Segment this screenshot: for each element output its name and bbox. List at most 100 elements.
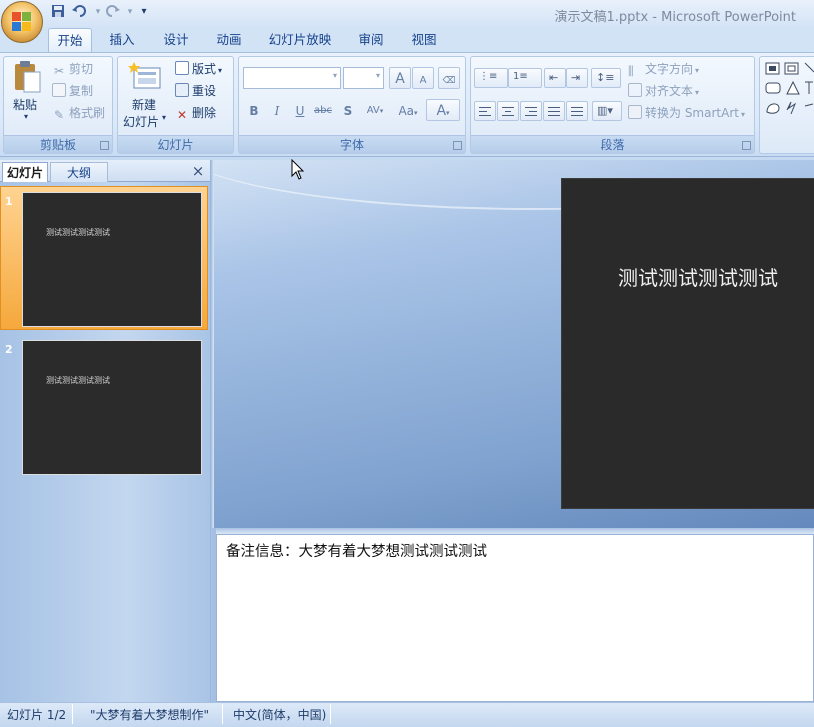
change-case-icon: Aa [398, 104, 415, 118]
layout-button[interactable]: 版式 ▾ [175, 60, 222, 77]
slide-title-text[interactable]: 测试测试测试测试 [562, 262, 814, 291]
status-language[interactable]: 中文(简体，中国) [233, 706, 326, 723]
thumbnail-title: 测试测试测试测试 [46, 376, 110, 385]
layout-label: 版式 [192, 62, 217, 76]
align-text-dropdown-icon: ▾ [695, 88, 700, 97]
font-name-combo[interactable]: ▾ [243, 67, 341, 89]
tab-home[interactable]: 开始 [48, 28, 92, 52]
tab-slideshow[interactable]: 幻灯片放映 [262, 28, 338, 52]
tab-insert[interactable]: 插入 [100, 28, 144, 52]
clipboard-launcher-icon[interactable] [100, 141, 109, 150]
convert-smartart-label: 转换为 SmartArt [645, 106, 739, 120]
font-launcher-icon[interactable] [453, 141, 462, 150]
shrink-font-button[interactable]: A [412, 67, 434, 89]
status-divider [330, 704, 331, 724]
notes-text[interactable]: 备注信息：大梦有着大梦想测试测试测试 [226, 540, 487, 561]
change-case-button[interactable]: Aa▾ [393, 99, 423, 121]
underline-button[interactable]: U [289, 99, 311, 121]
reset-button[interactable]: 重设 [175, 82, 216, 99]
cut-button[interactable]: ✂ 剪切 [52, 60, 93, 78]
align-right-button[interactable] [520, 101, 542, 121]
shapes-gallery-icon[interactable] [765, 60, 814, 120]
font-size-combo[interactable]: ▾ [343, 67, 384, 89]
strikethrough-icon: abc [314, 105, 332, 116]
columns-button[interactable]: ▥▾ [592, 101, 622, 121]
increase-indent-button[interactable]: ⇥ [566, 68, 588, 88]
slide-thumbnail[interactable]: 测试测试测试测试 [22, 192, 202, 327]
office-logo-icon [12, 12, 32, 32]
shadow-button[interactable]: S [337, 99, 359, 121]
distribute-button[interactable] [566, 101, 588, 121]
bold-button[interactable]: B [243, 99, 265, 121]
clipboard-group-label: 剪贴板 [4, 135, 112, 153]
grow-font-button[interactable]: A [389, 67, 411, 89]
status-theme-name[interactable]: "大梦有着大梦想制作" [90, 706, 209, 723]
align-text-icon [628, 83, 642, 97]
delete-button[interactable]: ✕ 删除 [175, 104, 216, 122]
tab-design[interactable]: 设计 [154, 28, 198, 52]
paragraph-launcher-icon[interactable] [742, 141, 751, 150]
close-icon[interactable]: × [190, 162, 206, 180]
numbering-icon: 1≡ [513, 71, 528, 82]
thumbnail-number: 2 [5, 343, 13, 356]
convert-smartart-button[interactable]: 转换为 SmartArt ▾ [628, 104, 745, 121]
office-button[interactable] [1, 1, 43, 43]
bullets-icon: ⋮≡ [479, 71, 498, 82]
align-left-button[interactable] [474, 101, 496, 121]
char-spacing-icon: AV [366, 105, 380, 116]
window-title: 演示文稿1.pptx - Microsoft PowerPoint [554, 10, 796, 25]
slide-thumbnail[interactable]: 测试测试测试测试 [22, 340, 202, 475]
font-name-dropdown-icon: ▾ [332, 71, 337, 80]
bullets-button[interactable]: ⋮≡ [474, 68, 508, 88]
copy-icon [52, 83, 66, 97]
status-divider [222, 704, 223, 724]
new-slide-label-1: 新建 [132, 98, 157, 112]
format-painter-button[interactable]: ✎ 格式刷 [52, 104, 105, 122]
decrease-indent-button[interactable]: ⇤ [544, 68, 566, 88]
thumbnail-number: 1 [5, 195, 13, 208]
paste-button[interactable]: 粘贴 ▾ [10, 60, 44, 124]
brush-icon: ✎ [53, 108, 65, 122]
text-direction-button[interactable]: ⫼ 文字方向 ▾ [628, 60, 699, 78]
tab-animation[interactable]: 动画 [207, 28, 251, 52]
new-slide-label-2: 幻灯片 [123, 115, 160, 129]
new-slide-button[interactable]: 新建 幻灯片 ▾ [122, 60, 170, 130]
font-group-label: 字体 [239, 135, 465, 153]
grow-font-icon: A [395, 71, 405, 87]
shadow-icon: S [343, 104, 353, 118]
columns-icon: ▥▾ [597, 104, 613, 117]
clear-format-button[interactable]: ⌫ [438, 67, 460, 89]
current-slide[interactable] [562, 179, 814, 508]
line-spacing-button[interactable]: ↕≡ [591, 68, 621, 88]
numbering-button[interactable]: 1≡ [508, 68, 542, 88]
clear-format-icon: ⌫ [442, 76, 456, 86]
justify-button[interactable] [543, 101, 565, 121]
copy-button[interactable]: 复制 [52, 82, 93, 99]
text-direction-label: 文字方向 [645, 62, 694, 76]
underline-icon: U [295, 104, 305, 118]
italic-button[interactable]: I [266, 99, 288, 121]
mouse-cursor-icon [291, 159, 305, 180]
strikethrough-button[interactable]: abc [312, 99, 334, 121]
copy-label: 复制 [69, 84, 94, 98]
convert-smartart-dropdown-icon: ▾ [740, 110, 745, 119]
change-case-dropdown-icon: ▾ [414, 109, 418, 117]
align-text-button[interactable]: 对齐文本 ▾ [628, 82, 699, 99]
tab-outline[interactable]: 大纲 [50, 162, 108, 182]
layout-icon [175, 61, 189, 75]
char-spacing-button[interactable]: AV▾ [360, 99, 390, 121]
paste-dropdown-icon: ▾ [24, 112, 29, 121]
status-divider [72, 704, 73, 724]
font-color-button[interactable]: A▾ [426, 99, 460, 121]
text-direction-icon: ⫼ [628, 64, 634, 78]
tab-review[interactable]: 审阅 [349, 28, 393, 52]
increase-indent-icon: ⇥ [571, 71, 581, 84]
format-painter-label: 格式刷 [69, 106, 106, 120]
new-slide-dropdown-icon: ▾ [162, 113, 167, 122]
align-center-button[interactable] [497, 101, 519, 121]
tab-slides[interactable]: 幻灯片 [2, 162, 48, 182]
decrease-indent-icon: ⇤ [549, 71, 559, 84]
line-spacing-icon: ↕≡ [596, 71, 615, 84]
italic-icon: I [274, 104, 280, 118]
tab-view[interactable]: 视图 [402, 28, 446, 52]
